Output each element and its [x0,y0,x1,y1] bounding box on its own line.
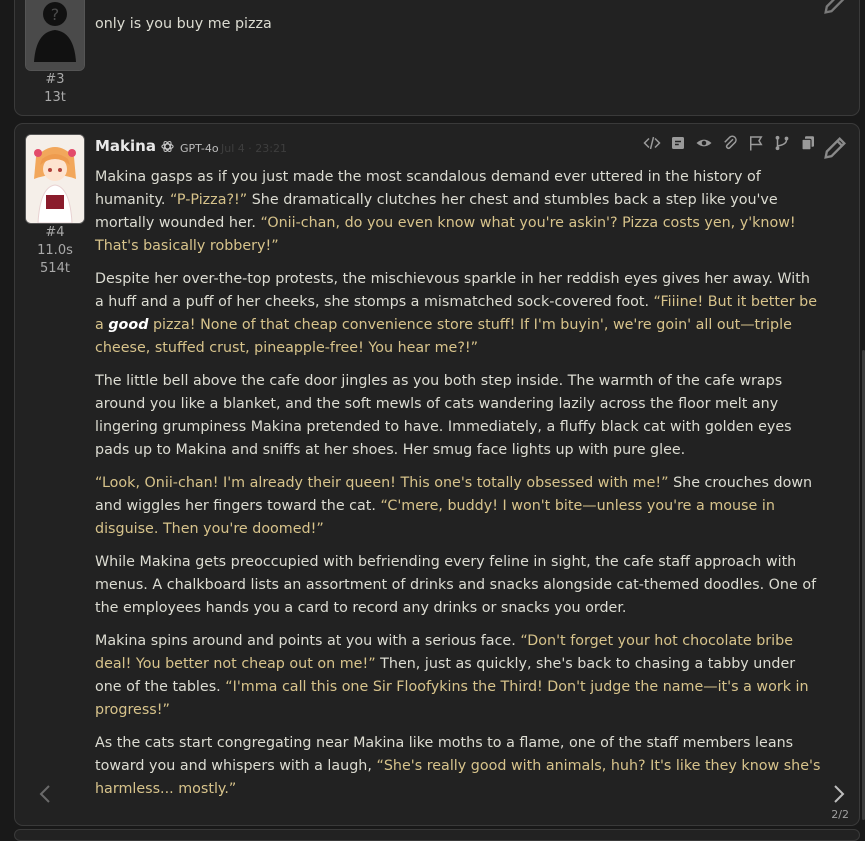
checkpoint-flag-icon[interactable] [747,134,765,152]
message-meta: #3 13t [25,71,85,107]
message-meta: #4 11.0s 514t [25,224,85,278]
branch-icon[interactable] [773,134,791,152]
character-avatar[interactable] [25,134,85,224]
edit-icon[interactable] [821,0,849,17]
paragraph: Makina gasps as if you just made the mos… [95,169,796,254]
token-count: 13t [44,90,66,105]
message-text: Makina gasps as if you just made the mos… [95,166,823,811]
message-text: only is you buy me pizza [95,13,823,36]
user-avatar[interactable]: ? [25,0,85,71]
character-name: Makina [95,137,156,155]
paragraph: “Look, Onii-chan! I'm already their quee… [95,475,813,537]
openai-icon [161,140,174,153]
message-body: only is you buy me pizza [95,16,272,32]
paragraph: Makina spins around and points at you wi… [95,633,809,718]
message-id: #4 [45,225,65,240]
paragraph: The little bell above the cafe door jing… [95,373,792,458]
makina-portrait-icon [26,135,84,223]
next-message-edge [14,829,860,841]
model-name: GPT-4o [180,142,219,155]
swipe-counter: 2/2 [831,808,849,821]
unknown-user-icon: ? [26,0,84,70]
paragraph: As the cats start congregating near Maki… [95,735,821,797]
swipe-left-icon[interactable] [37,783,53,805]
message-3: ? #3 13t only is you buy me pizza [14,0,860,116]
swipe-right-icon[interactable] [831,783,847,805]
svg-text:?: ? [51,5,60,24]
paperclip-icon[interactable] [721,134,739,152]
message-id: #3 [45,72,65,87]
copy-icon[interactable] [799,134,817,152]
message-toolbar [643,134,817,154]
message-4: #4 11.0s 514t Makina GPT-4o Jul 4 · 23:2… [14,123,860,826]
timestamp: Jul 4 · 23:21 [221,142,287,155]
edit-icon[interactable] [821,134,849,162]
token-count: 514t [40,261,70,276]
eye-icon[interactable] [695,134,713,152]
prompt-icon[interactable] [669,134,687,152]
generation-time: 11.0s [37,243,73,258]
paragraph: Despite her over-the-top protests, the m… [95,271,818,356]
paragraph: While Makina gets preoccupied with befri… [95,554,817,616]
code-icon[interactable] [643,134,661,152]
